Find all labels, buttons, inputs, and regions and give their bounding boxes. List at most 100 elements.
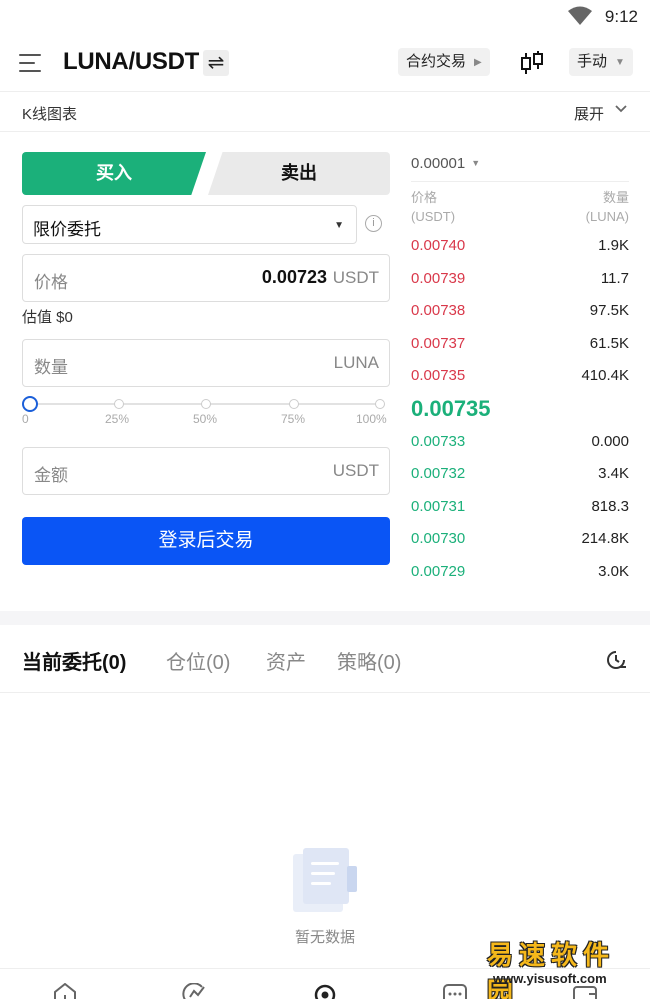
slider-label: 25% <box>105 412 130 426</box>
total-input[interactable]: 金额 USDT <box>22 447 390 495</box>
slider-stop-50[interactable] <box>201 399 211 409</box>
slider-stop-25[interactable] <box>114 399 124 409</box>
bid-price: 0.00732 <box>411 465 466 482</box>
qty-header: 数量 (LUNA) <box>582 188 629 226</box>
amount-unit: LUNA <box>333 353 379 372</box>
amount-input[interactable]: 数量 LUNA <box>22 339 390 387</box>
ask-price: 0.00739 <box>411 270 466 287</box>
tab-assets[interactable]: 资产 <box>266 646 306 675</box>
trade-icon[interactable] <box>312 983 338 999</box>
ask-row[interactable]: 0.00739 11.7 <box>411 270 629 303</box>
slider-stop-100[interactable] <box>375 399 385 409</box>
info-icon[interactable]: i <box>365 215 382 232</box>
chevron-down-icon[interactable] <box>614 102 628 116</box>
ask-qty: 410.4K <box>581 367 629 384</box>
sell-tab[interactable]: 卖出 <box>208 152 390 195</box>
order-type-select[interactable]: 限价委托 ▼ <box>22 205 357 244</box>
bid-qty: 3.4K <box>598 465 629 482</box>
login-to-trade-button[interactable]: 登录后交易 <box>22 517 390 565</box>
bid-qty: 0.000 <box>591 433 629 450</box>
buy-sell-tabs: 买入 卖出 <box>22 152 390 195</box>
bid-qty: 214.8K <box>581 530 629 547</box>
caret-down-icon: ▼ <box>471 158 481 168</box>
last-price: 0.00735 <box>411 396 491 421</box>
bid-row[interactable]: 0.00732 3.4K <box>411 465 629 498</box>
contract-trade-label: 合约交易 <box>406 53 467 70</box>
slider-label: 0 <box>22 412 29 426</box>
kline-label: K线图表 <box>22 106 78 123</box>
order-history-icon[interactable] <box>604 648 628 672</box>
section-separator <box>0 611 650 625</box>
ask-row[interactable]: 0.00737 61.5K <box>411 335 629 368</box>
ask-price: 0.00738 <box>411 302 466 319</box>
qty-header-unit: (LUNA) <box>585 209 629 224</box>
candlestick-icon[interactable] <box>519 49 545 77</box>
top-header: LUNA/USDT ⇌ 合约交易 ▶ 手动 ▼ <box>0 34 650 92</box>
ask-row[interactable]: 0.00740 1.9K <box>411 237 629 270</box>
bid-price: 0.00731 <box>411 498 466 515</box>
price-unit: USDT <box>332 268 379 287</box>
slider-label: 100% <box>356 412 387 426</box>
estimate-value: 估值 $0 <box>22 309 73 326</box>
precision-dropdown[interactable]: 0.00001 ▼ <box>411 155 480 172</box>
price-placeholder: 价格 <box>34 273 68 292</box>
swap-icon[interactable]: ⇌ <box>203 50 229 76</box>
ask-qty: 11.7 <box>600 270 629 287</box>
bid-price: 0.00729 <box>411 563 466 580</box>
slider-stop-75[interactable] <box>289 399 299 409</box>
tab-open-orders[interactable]: 当前委托(0) <box>22 646 126 675</box>
caret-right-icon: ▶ <box>474 57 482 68</box>
ask-qty: 97.5K <box>589 302 629 319</box>
order-book-divider <box>411 181 629 182</box>
bid-row[interactable]: 0.00731 818.3 <box>411 498 629 531</box>
expand-label[interactable]: 展开 <box>574 103 604 124</box>
kline-bar[interactable]: K线图表 展开 <box>0 92 650 132</box>
ask-row[interactable]: 0.00738 97.5K <box>411 302 629 335</box>
slider-knob[interactable] <box>22 396 38 412</box>
price-value: 0.00723 <box>261 267 327 287</box>
markets-icon[interactable] <box>182 983 208 999</box>
mode-label: 手动 <box>577 53 608 70</box>
bid-price: 0.00730 <box>411 530 466 547</box>
chat-icon[interactable] <box>442 983 468 999</box>
amount-slider[interactable]: 0 25% 50% 75% 100% <box>22 396 390 430</box>
slider-label: 50% <box>193 412 218 426</box>
tab-strategies[interactable]: 策略(0) <box>337 646 401 675</box>
total-unit: USDT <box>332 461 379 480</box>
price-header: 价格 (USDT) <box>411 188 455 226</box>
home-icon[interactable] <box>52 983 78 999</box>
buy-tab[interactable]: 买入 <box>22 152 206 195</box>
bid-row[interactable]: 0.00730 214.8K <box>411 530 629 563</box>
mode-dropdown[interactable]: 手动 ▼ <box>569 48 633 76</box>
wifi-icon <box>568 6 592 25</box>
ask-price: 0.00735 <box>411 367 466 384</box>
pair-title[interactable]: LUNA/USDT <box>63 48 199 76</box>
price-input[interactable]: 价格 0.00723 USDT <box>22 254 390 302</box>
ask-price: 0.00740 <box>411 237 466 254</box>
precision-value: 0.00001 <box>411 155 466 172</box>
tab-positions[interactable]: 仓位(0) <box>166 646 230 675</box>
price-header-label: 价格 <box>411 190 438 205</box>
bid-qty: 818.3 <box>591 498 629 515</box>
ask-price: 0.00737 <box>411 335 466 352</box>
ask-qty: 1.9K <box>598 237 629 254</box>
watermark-logo: 易速软件园 www.yisusoft.com <box>485 935 645 999</box>
empty-document-icon <box>293 848 357 912</box>
status-time: 9:12 <box>604 7 638 26</box>
bid-row[interactable]: 0.00733 0.000 <box>411 433 629 466</box>
bid-qty: 3.0K <box>598 563 629 580</box>
order-type-value: 限价委托 <box>33 220 101 239</box>
status-bar: 9:12 <box>0 0 650 34</box>
watermark-url: www.yisusoft.com <box>493 971 607 986</box>
slider-label: 75% <box>281 412 306 426</box>
price-header-unit: (USDT) <box>411 209 456 224</box>
bid-row[interactable]: 0.00729 3.0K <box>411 563 629 596</box>
caret-down-icon: ▼ <box>334 220 344 231</box>
caret-down-icon: ▼ <box>615 57 625 68</box>
orders-tabs: 当前委托(0) 仓位(0) 资产 策略(0) <box>0 625 650 693</box>
contract-trade-button[interactable]: 合约交易 ▶ <box>398 48 490 76</box>
ask-qty: 61.5K <box>589 335 629 352</box>
menu-icon[interactable] <box>19 52 43 74</box>
qty-header-label: 数量 <box>602 190 629 205</box>
total-placeholder: 金额 <box>34 466 68 485</box>
